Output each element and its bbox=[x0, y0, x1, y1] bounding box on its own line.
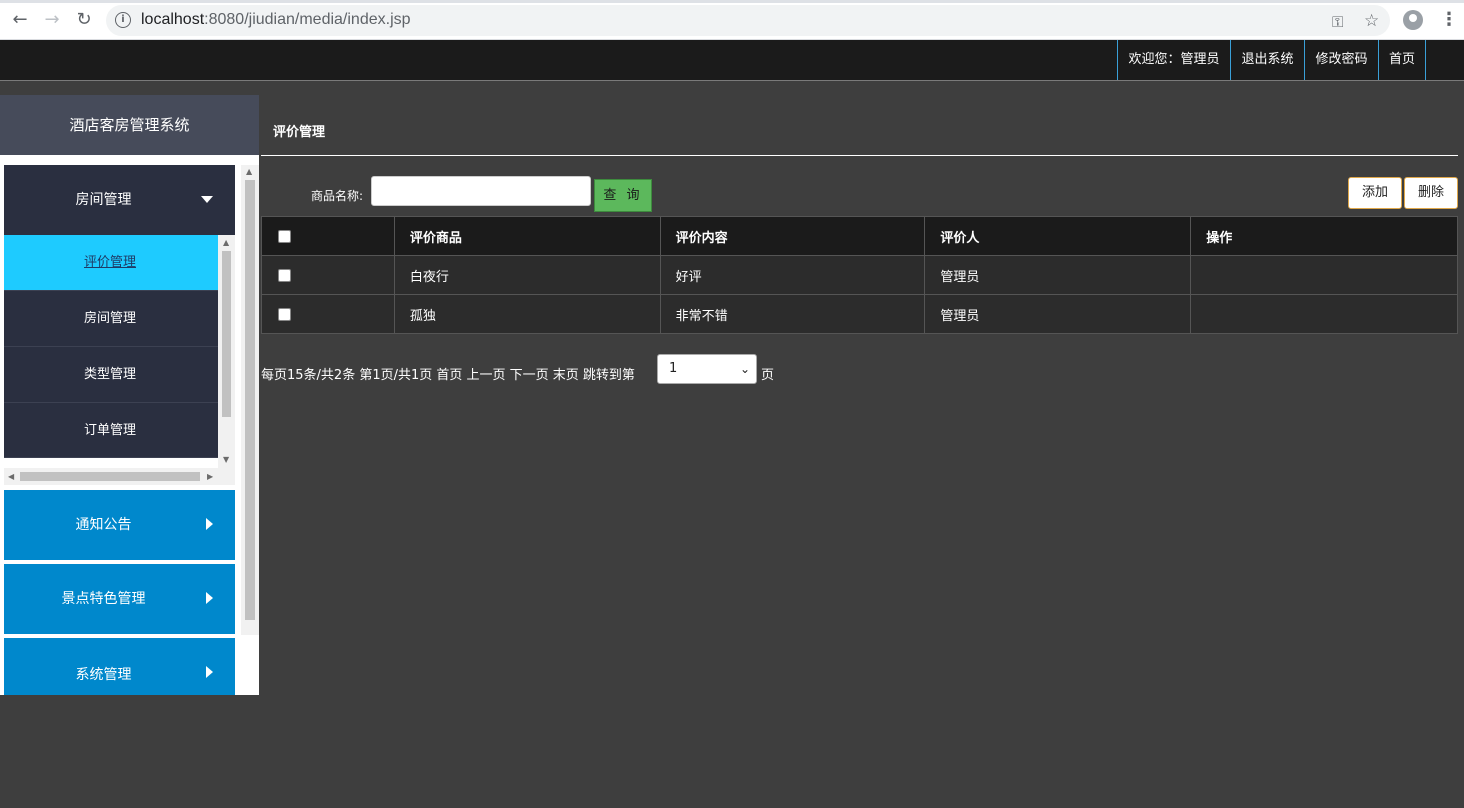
submenu-horizontal-scrollbar[interactable]: ◀ ▶ bbox=[4, 468, 235, 485]
cell-ops bbox=[1190, 294, 1458, 334]
scroll-right-icon[interactable]: ▶ bbox=[207, 472, 213, 481]
pager-suffix: 页 bbox=[761, 368, 775, 383]
cell-ops bbox=[1190, 255, 1458, 295]
back-icon[interactable]: ← bbox=[9, 9, 31, 31]
sidebar-item-room[interactable]: 房间管理 bbox=[4, 291, 218, 347]
scroll-up-icon[interactable]: ▲ bbox=[246, 167, 252, 176]
row-select-cell bbox=[261, 294, 395, 334]
caret-right-icon bbox=[206, 666, 213, 678]
group-system[interactable]: 系统管理 bbox=[4, 638, 235, 695]
url-text[interactable]: localhost:8080/jiudian/media/index.jsp bbox=[141, 11, 411, 29]
url-host: localhost bbox=[141, 11, 205, 28]
group-label: 通知公告 bbox=[75, 517, 132, 533]
select-all-cell bbox=[261, 216, 395, 256]
star-icon[interactable]: ☆ bbox=[1364, 11, 1379, 31]
page-select-value: 1 bbox=[669, 361, 678, 376]
table-row: 白夜行 好评 管理员 bbox=[261, 255, 1458, 295]
sidebar-vertical-scrollbar[interactable]: ▲ bbox=[241, 165, 259, 635]
pager-text: 每页15条/共2条 第1页/共1页 首页 上一页 下一页 末页 跳转到第 bbox=[261, 368, 635, 383]
welcome-user[interactable]: 欢迎您：管理员 bbox=[1117, 40, 1230, 80]
cell-content: 好评 bbox=[659, 255, 926, 295]
group-label: 系统管理 bbox=[75, 667, 132, 683]
scroll-thumb[interactable] bbox=[20, 472, 200, 481]
tab-strip bbox=[0, 0, 1464, 3]
caret-right-icon bbox=[206, 592, 213, 604]
scroll-left-icon[interactable]: ◀ bbox=[8, 472, 14, 481]
row-select-cell bbox=[261, 255, 395, 295]
scroll-thumb[interactable] bbox=[245, 180, 255, 620]
column-header: 评价商品 bbox=[393, 216, 661, 256]
reload-icon[interactable]: ↻ bbox=[73, 9, 95, 31]
search-label: 商品名称: bbox=[311, 189, 364, 203]
submenu-vertical-scrollbar[interactable]: ▲ ▼ bbox=[218, 235, 235, 468]
column-header: 评价人 bbox=[924, 216, 1192, 256]
address-bar[interactable]: i localhost:8080/jiudian/media/index.jsp… bbox=[106, 5, 1390, 36]
url-path: :8080/jiudian/media/index.jsp bbox=[204, 11, 411, 28]
title-divider bbox=[261, 155, 1458, 156]
browser-menu-icon[interactable]: ⋮ bbox=[1440, 9, 1458, 30]
caret-right-icon bbox=[206, 518, 213, 530]
cell-product: 白夜行 bbox=[393, 255, 661, 295]
row-checkbox[interactable] bbox=[278, 268, 291, 282]
column-header: 操作 bbox=[1190, 216, 1458, 256]
group-scenic[interactable]: 景点特色管理 bbox=[4, 564, 235, 634]
brand-title: 酒店客房管理系统 bbox=[0, 95, 259, 155]
review-table: 评价商品 评价内容 评价人 操作 白夜行 好评 管理员 孤独 非常不错 管理员 bbox=[261, 216, 1458, 334]
page-title: 评价管理 bbox=[273, 125, 326, 140]
table-header-row: 评价商品 评价内容 评价人 操作 bbox=[261, 216, 1458, 256]
logout-link[interactable]: 退出系统 bbox=[1230, 40, 1304, 80]
cell-reviewer: 管理员 bbox=[924, 294, 1192, 334]
sidebar-item-type[interactable]: 类型管理 bbox=[4, 347, 218, 403]
profile-avatar-icon[interactable] bbox=[1403, 10, 1423, 30]
column-header: 评价内容 bbox=[659, 216, 926, 256]
forward-icon[interactable]: → bbox=[41, 9, 63, 31]
row-checkbox[interactable] bbox=[278, 307, 291, 321]
home-link[interactable]: 首页 bbox=[1378, 40, 1426, 80]
group-label: 房间管理 bbox=[75, 192, 132, 208]
change-password-link[interactable]: 修改密码 bbox=[1304, 40, 1378, 80]
key-icon[interactable]: ⚿ bbox=[1332, 13, 1343, 31]
cell-product: 孤独 bbox=[393, 294, 661, 334]
group-notice[interactable]: 通知公告 bbox=[4, 490, 235, 560]
table-row: 孤独 非常不错 管理员 bbox=[261, 294, 1458, 334]
caret-down-icon bbox=[201, 196, 213, 203]
scroll-up-icon[interactable]: ▲ bbox=[223, 238, 229, 247]
cell-reviewer: 管理员 bbox=[924, 255, 1192, 295]
delete-button[interactable]: 删除 bbox=[1404, 177, 1458, 209]
site-info-icon[interactable]: i bbox=[115, 12, 131, 28]
browser-toolbar: ← → ↻ i localhost:8080/jiudian/media/ind… bbox=[0, 0, 1464, 40]
add-button[interactable]: 添加 bbox=[1348, 177, 1402, 209]
sidebar: 酒店客房管理系统 房间管理 评价管理 房间管理 类型管理 订单管理 ▲ ▼ ◀ … bbox=[0, 95, 259, 695]
scroll-thumb[interactable] bbox=[222, 251, 231, 417]
select-all-checkbox[interactable] bbox=[278, 229, 291, 243]
sidebar-item-order[interactable]: 订单管理 bbox=[4, 403, 218, 458]
sidebar-item-review[interactable]: 评价管理 bbox=[4, 235, 218, 291]
cell-content: 非常不错 bbox=[659, 294, 926, 334]
group-label: 景点特色管理 bbox=[61, 591, 146, 607]
scroll-down-icon[interactable]: ▼ bbox=[223, 455, 229, 464]
chevron-down-icon: ⌄ bbox=[739, 362, 750, 376]
sidebar-menu: 房间管理 评价管理 房间管理 类型管理 订单管理 ▲ ▼ ◀ ▶ 通知公告 景点 bbox=[0, 155, 259, 695]
top-header: 欢迎您：管理员 退出系统 修改密码 首页 bbox=[0, 40, 1464, 81]
query-button[interactable]: 查 询 bbox=[594, 179, 652, 212]
room-submenu: 评价管理 房间管理 类型管理 订单管理 ▲ ▼ ◀ ▶ bbox=[4, 235, 235, 485]
group-room-management[interactable]: 房间管理 bbox=[4, 165, 235, 235]
page-jump-select[interactable]: 1 ⌄ bbox=[657, 354, 757, 384]
product-name-input[interactable] bbox=[371, 176, 591, 206]
